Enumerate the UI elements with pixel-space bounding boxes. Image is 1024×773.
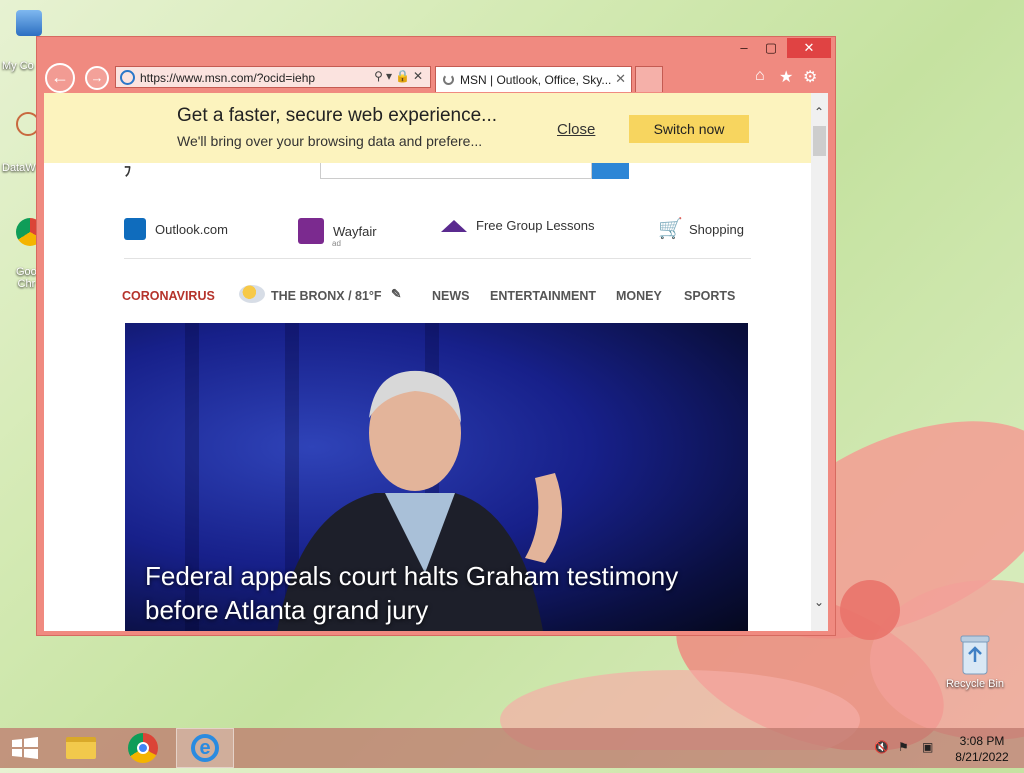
- navigation-bar: ← → https://www.msn.com/?ocid=iehp ⚲▾🔒✕ …: [37, 63, 835, 93]
- loading-spinner-icon: [443, 74, 454, 85]
- tab-msn[interactable]: MSN | Outlook, Office, Sky... ✕: [435, 66, 632, 92]
- nav-money[interactable]: MONEY: [616, 289, 662, 303]
- taskbar-chrome[interactable]: [114, 728, 172, 768]
- arrow-left-icon: ←: [51, 67, 69, 87]
- nav-weather[interactable]: THE BRONX / 81°F: [271, 289, 382, 303]
- maximize-button[interactable]: ▢: [754, 38, 788, 58]
- ie-favicon-icon: [120, 70, 135, 85]
- chrome-icon: [128, 733, 158, 763]
- nav-news[interactable]: NEWS: [432, 289, 470, 303]
- stop-icon[interactable]: ✕: [413, 69, 426, 83]
- page-content: ﾌ Get a faster, secure web experience...…: [44, 93, 811, 631]
- address-bar[interactable]: https://www.msn.com/?ocid=iehp ⚲▾🔒✕: [115, 66, 431, 88]
- notification-heading: Get a faster, secure web experience...: [177, 105, 498, 126]
- taskbar: e 🔇 ⚑ ▣ 3:08 PM 8/21/2022: [0, 728, 1024, 768]
- favorites-star-icon[interactable]: ★: [779, 67, 793, 87]
- vertical-scrollbar[interactable]: ⌃ ⌄: [811, 93, 828, 631]
- desktop-icon-label: My Co: [2, 60, 34, 72]
- clock-time: 3:08 PM: [959, 734, 1005, 748]
- clock[interactable]: 3:08 PM 8/21/2022: [952, 733, 1012, 765]
- home-icon[interactable]: ⌂: [755, 67, 765, 85]
- quick-link-label: Free Group Lessons: [476, 218, 595, 233]
- outlook-icon: [124, 218, 146, 240]
- quick-link-label: Wayfair: [333, 223, 377, 239]
- volume-muted-icon[interactable]: 🔇: [874, 740, 889, 754]
- search-input[interactable]: [320, 163, 592, 179]
- nav-sports[interactable]: SPORTS: [684, 289, 735, 303]
- switch-now-button[interactable]: Switch now: [629, 115, 749, 143]
- notification-close-link[interactable]: Close: [557, 121, 595, 138]
- search-button[interactable]: [592, 163, 629, 179]
- headline-line-2: before Atlanta grand jury: [145, 595, 429, 625]
- ie-browser-window[interactable]: – ▢ ✕ ← → https://www.msn.com/?ocid=iehp…: [36, 36, 836, 636]
- tab-title: MSN | Outlook, Office, Sky...: [460, 73, 612, 87]
- network-icon[interactable]: ▣: [922, 740, 933, 754]
- forward-button[interactable]: →: [85, 66, 109, 90]
- folder-icon: [66, 737, 96, 759]
- taskbar-internet-explorer[interactable]: e: [176, 728, 234, 768]
- recycle-bin-icon: [960, 635, 990, 675]
- new-tab-button[interactable]: [635, 66, 663, 92]
- hero-story[interactable]: Federal appeals court halts Graham testi…: [125, 323, 748, 631]
- quick-link-label: Outlook.com: [155, 221, 228, 237]
- weather-sun-cloud-icon: [239, 285, 265, 303]
- graduation-cap-icon: [441, 219, 467, 232]
- nav-coronavirus[interactable]: CORONAVIRUS: [122, 289, 215, 303]
- arrow-right-icon: →: [90, 70, 104, 85]
- action-center-flag-icon[interactable]: ⚑: [898, 740, 909, 754]
- address-url[interactable]: https://www.msn.com/?ocid=iehp: [140, 71, 315, 85]
- quick-link-shopping[interactable]: 🛒 Shopping: [658, 218, 744, 240]
- quick-link-outlook[interactable]: Outlook.com: [124, 218, 228, 240]
- scrollbar-thumb[interactable]: [813, 126, 826, 156]
- divider: [124, 258, 751, 259]
- windows-logo-icon: [12, 737, 38, 759]
- desktop-icon-label: Goo Chr: [16, 266, 37, 290]
- ad-tag: ad: [332, 239, 341, 248]
- hero-headline[interactable]: Federal appeals court halts Graham testi…: [145, 559, 678, 627]
- desktop-icon-recycle-bin[interactable]: Recycle Bin: [942, 632, 1008, 690]
- desktop-icon-my-computer[interactable]: My Co: [0, 10, 46, 72]
- edit-pencil-icon[interactable]: ✎: [391, 286, 401, 301]
- quick-link-free-group-lessons[interactable]: Free Group Lessons: [441, 218, 595, 233]
- settings-gear-icon[interactable]: ⚙: [803, 67, 817, 87]
- scroll-up-icon[interactable]: ⌃: [814, 105, 824, 119]
- dropdown-icon[interactable]: ▾: [386, 69, 395, 83]
- msn-logo-fragment: ﾌ: [124, 163, 131, 179]
- close-tab-icon[interactable]: ✕: [615, 71, 626, 87]
- notification-subtext: We'll bring over your browsing data and …: [177, 133, 483, 149]
- wayfair-icon: [298, 218, 324, 244]
- start-button[interactable]: [0, 728, 58, 768]
- clock-date: 8/21/2022: [955, 750, 1009, 764]
- address-tools[interactable]: ⚲▾🔒✕: [374, 69, 426, 83]
- nav-entertainment[interactable]: ENTERTAINMENT: [490, 289, 596, 303]
- shopping-cart-icon: 🛒: [658, 218, 683, 240]
- quick-link-label: Shopping: [689, 221, 744, 237]
- close-window-button[interactable]: ✕: [787, 38, 831, 58]
- edge-notification-bar: Get a faster, secure web experience... W…: [44, 93, 811, 163]
- taskbar-file-explorer[interactable]: [52, 728, 110, 768]
- computer-icon: [16, 10, 42, 36]
- lock-icon[interactable]: 🔒: [395, 69, 413, 83]
- search-icon[interactable]: ⚲: [374, 69, 386, 83]
- desktop-icon-label: DataW: [2, 162, 36, 174]
- headline-line-1: Federal appeals court halts Graham testi…: [145, 561, 679, 591]
- internet-explorer-icon: e: [191, 734, 219, 762]
- back-button[interactable]: ←: [45, 63, 75, 93]
- scroll-down-icon[interactable]: ⌄: [814, 595, 824, 609]
- desktop-icon-label: Recycle Bin: [945, 678, 1005, 690]
